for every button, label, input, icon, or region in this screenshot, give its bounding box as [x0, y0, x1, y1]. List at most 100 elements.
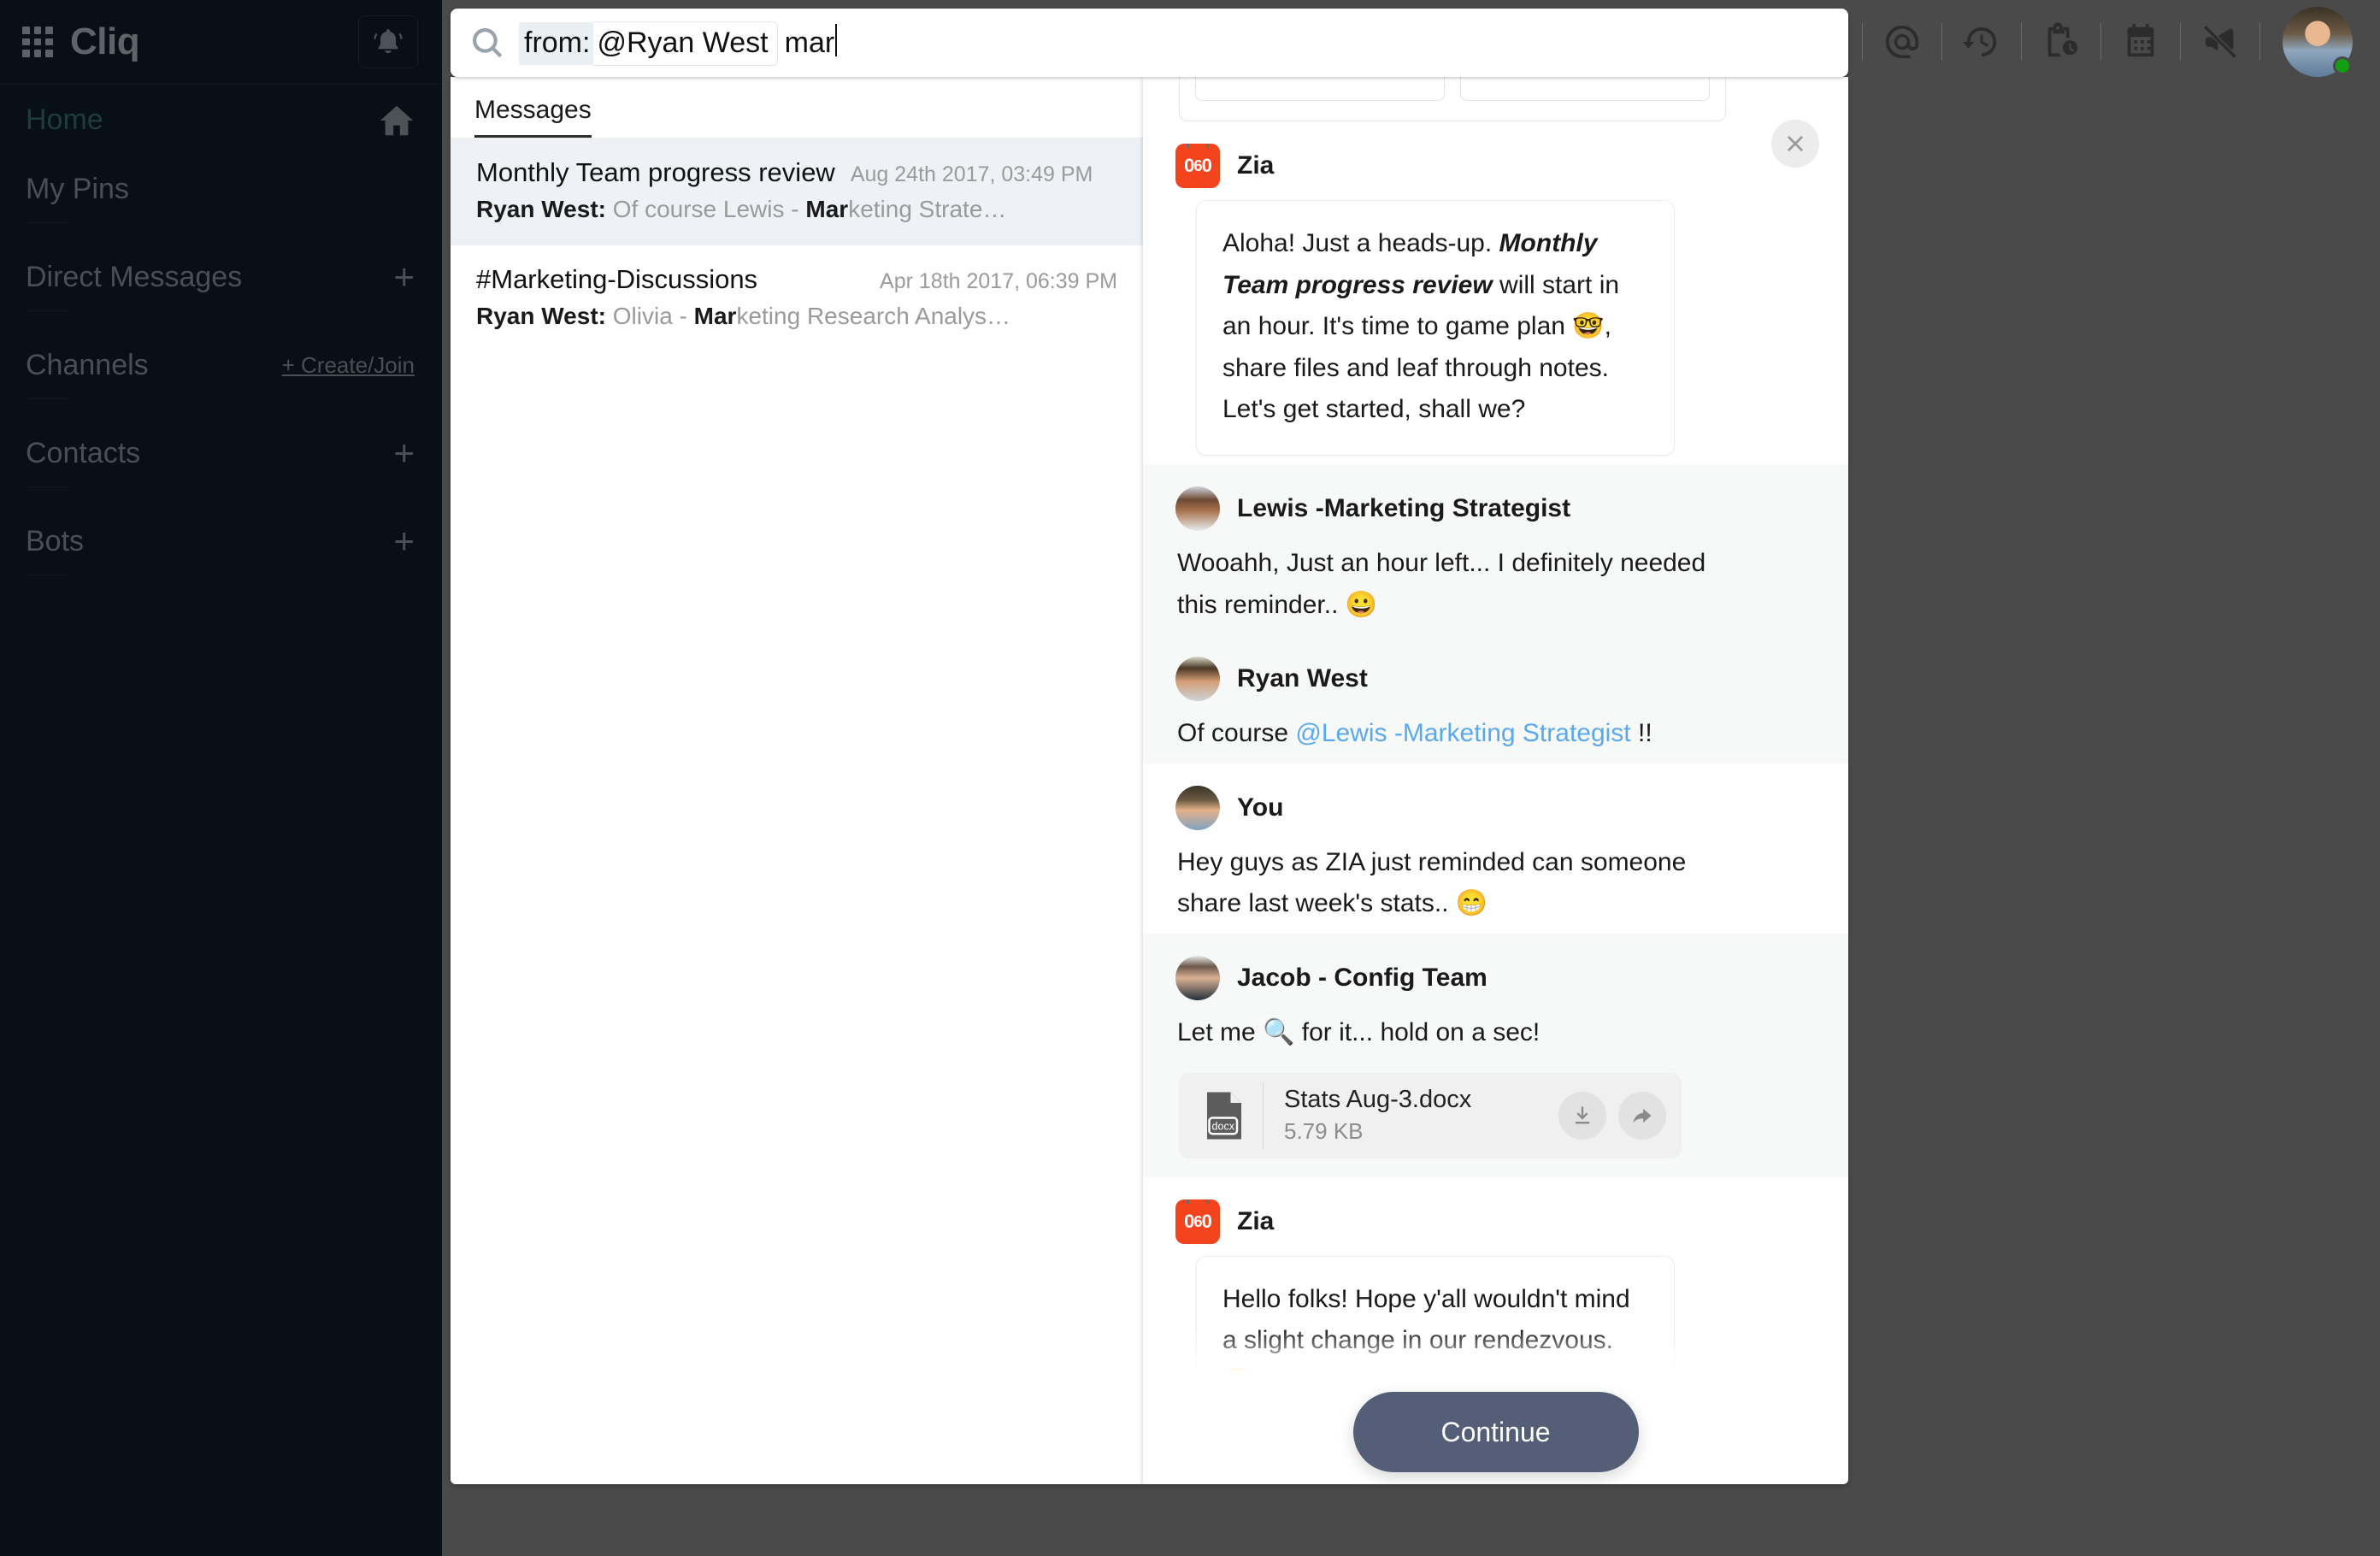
message-author: Zia [1237, 1206, 1275, 1235]
search-query-text: mar [784, 27, 835, 59]
file-name: Stats Aug-3.docx [1284, 1086, 1472, 1114]
emoji-magnifying-glass: 🔍 [1263, 1017, 1295, 1046]
jacob-avatar [1175, 955, 1220, 1000]
message-header: 060 Zia [1175, 144, 1816, 188]
search-input[interactable]: from: @Ryan West mar [519, 20, 838, 66]
chat-message-list[interactable]: 060 Zia Aloha! Just a heads-up. Monthly … [1143, 77, 1848, 1380]
clipboard-timer-icon[interactable] [2022, 0, 2100, 84]
mention-icon[interactable] [1863, 0, 1941, 84]
result-snippet-highlight: Mar [693, 303, 737, 329]
top-toolbar [1783, 0, 2380, 84]
scroll-fade [1143, 1329, 1848, 1380]
close-icon[interactable] [1771, 120, 1819, 168]
result-title: Monthly Team progress review [476, 157, 835, 187]
message-author: Lewis -Marketing Strategist [1237, 493, 1571, 522]
add-bot-button[interactable]: + [393, 523, 415, 559]
download-icon[interactable] [1558, 1091, 1606, 1140]
message-author: You [1237, 793, 1284, 822]
message-author: Jacob - Config Team [1237, 963, 1488, 992]
list-item[interactable]: Monthly Team progress review Aug 24th 20… [451, 139, 1143, 245]
search-token-from: from: [519, 22, 594, 65]
sidebar-item-contacts[interactable]: Contacts + [0, 420, 442, 486]
sidebar-item-label: Home [26, 103, 103, 136]
you-avatar [1175, 785, 1220, 830]
message-author: Zia [1237, 151, 1275, 180]
result-timestamp: Aug 24th 2017, 03:49 PM [850, 162, 1093, 186]
chat-message: 060 Zia Aloha! Just a heads-up. Monthly … [1143, 121, 1848, 464]
results-tabs: Messages [451, 77, 1143, 139]
file-details: Stats Aug-3.docx 5.79 KB [1284, 1086, 1546, 1145]
unmute-megaphone-icon[interactable] [2181, 0, 2259, 84]
add-contact-button[interactable]: + [393, 435, 415, 471]
text-caret [835, 24, 838, 56]
result-sender: Ryan West: [476, 303, 606, 329]
message-body: Wooahh, Just an hour left... I definitel… [1175, 543, 1816, 626]
svg-text:docx: docx [1212, 1120, 1235, 1132]
toolbar-divider [2259, 23, 2260, 61]
message-body: Of course @Lewis -Marketing Strategist !… [1175, 713, 1816, 755]
card-button-left[interactable] [1195, 77, 1445, 101]
chat-footer: Continue [1143, 1380, 1848, 1484]
continue-button[interactable]: Continue [1352, 1392, 1639, 1472]
file-size: 5.79 KB [1284, 1118, 1364, 1145]
result-snippet: Ryan West: Olivia - Marketing Research A… [476, 303, 1117, 330]
sidebar-item-home[interactable]: Home [0, 84, 442, 156]
zia-bot-avatar: 060 [1175, 1199, 1220, 1244]
history-clock-icon[interactable] [1942, 0, 2021, 84]
message-text: Wooahh, Just an hour left... I definitel… [1177, 548, 1706, 619]
search-token-user: @Ryan West [593, 21, 778, 66]
emoji-beaming-face: 😁 [1455, 889, 1488, 918]
message-text: Of course @Lewis -Marketing Strategist !… [1177, 719, 1652, 748]
message-author: Ryan West [1237, 664, 1368, 693]
result-header: Monthly Team progress review Aug 24th 20… [476, 157, 1117, 188]
chat-message: Ryan West Of course @Lewis -Marketing St… [1143, 634, 1848, 763]
message-bubble: Aloha! Just a heads-up. Monthly Team pro… [1196, 200, 1675, 456]
message-header: Jacob - Config Team [1175, 955, 1816, 1000]
chat-message: You Hey guys as ZIA just reminded can so… [1143, 763, 1848, 934]
avatar[interactable] [2283, 7, 2353, 77]
sidebar-item-channels[interactable]: Channels + Create/Join [0, 332, 442, 398]
message-text-line3: Let's get started, shall we? [1222, 395, 1526, 424]
partial-card-above [1179, 77, 1726, 121]
lewis-avatar [1175, 486, 1220, 531]
tab-messages[interactable]: Messages [474, 96, 592, 138]
sidebar-header: Cliq [0, 0, 442, 84]
forward-arrow-icon[interactable] [1618, 1091, 1666, 1140]
app-root: Cliq Home My Pins Direct Messages + Chan… [0, 0, 2380, 1556]
apps-grid-icon[interactable] [22, 27, 53, 57]
search-bar[interactable]: from: @Ryan West mar [451, 9, 1848, 77]
sidebar-item-label: Direct Messages [26, 260, 243, 293]
file-card-divider [1263, 1082, 1264, 1149]
message-header: Ryan West [1175, 657, 1816, 702]
result-snippet: Ryan West: Of course Lewis - Marketing S… [476, 196, 1117, 223]
sidebar-item-label: Bots [26, 524, 85, 557]
card-button-right[interactable] [1460, 77, 1710, 101]
create-join-channel-link[interactable]: + Create/Join [282, 352, 415, 379]
result-title: #Marketing-Discussions [476, 264, 758, 294]
result-snippet-highlight: Mar [805, 196, 849, 222]
message-header: 060 Zia [1175, 1199, 1816, 1244]
calendar-icon[interactable] [2101, 0, 2180, 84]
message-text: Aloha! Just a heads-up. Monthly Team pro… [1222, 229, 1620, 382]
user-mention-link[interactable]: @Lewis -Marketing Strategist [1295, 719, 1630, 747]
sidebar-item-bots[interactable]: Bots + [0, 508, 442, 575]
message-text: Hey guys as ZIA just reminded can someon… [1177, 847, 1687, 918]
result-snippet-pre: Of course Lewis - [612, 196, 806, 222]
result-snippet-post: keting Research Analys… [736, 303, 1011, 329]
add-direct-message-button[interactable]: + [393, 259, 415, 295]
sidebar-item-label: Contacts [26, 436, 141, 469]
chat-preview-panel: 060 Zia Aloha! Just a heads-up. Monthly … [1143, 77, 1848, 1484]
notification-bell-icon[interactable] [358, 15, 418, 68]
search-results-panel: Messages Monthly Team progress review Au… [451, 77, 1143, 1484]
emoji-nerd-face: 🤓 [1572, 312, 1605, 341]
list-item[interactable]: #Marketing-Discussions Apr 18th 2017, 06… [451, 245, 1143, 352]
result-snippet-post: keting Strate… [848, 196, 1007, 222]
docx-file-icon: docx [1194, 1090, 1254, 1141]
sidebar: Cliq Home My Pins Direct Messages + Chan… [0, 0, 442, 1556]
brand-title: Cliq [70, 21, 140, 62]
sidebar-item-direct-messages[interactable]: Direct Messages + [0, 244, 442, 310]
file-attachment-card[interactable]: docx Stats Aug-3.docx 5.79 KB [1179, 1072, 1682, 1158]
sidebar-item-label: My Pins [26, 172, 129, 205]
ryan-west-avatar [1175, 657, 1220, 702]
sidebar-item-my-pins[interactable]: My Pins [0, 156, 442, 222]
